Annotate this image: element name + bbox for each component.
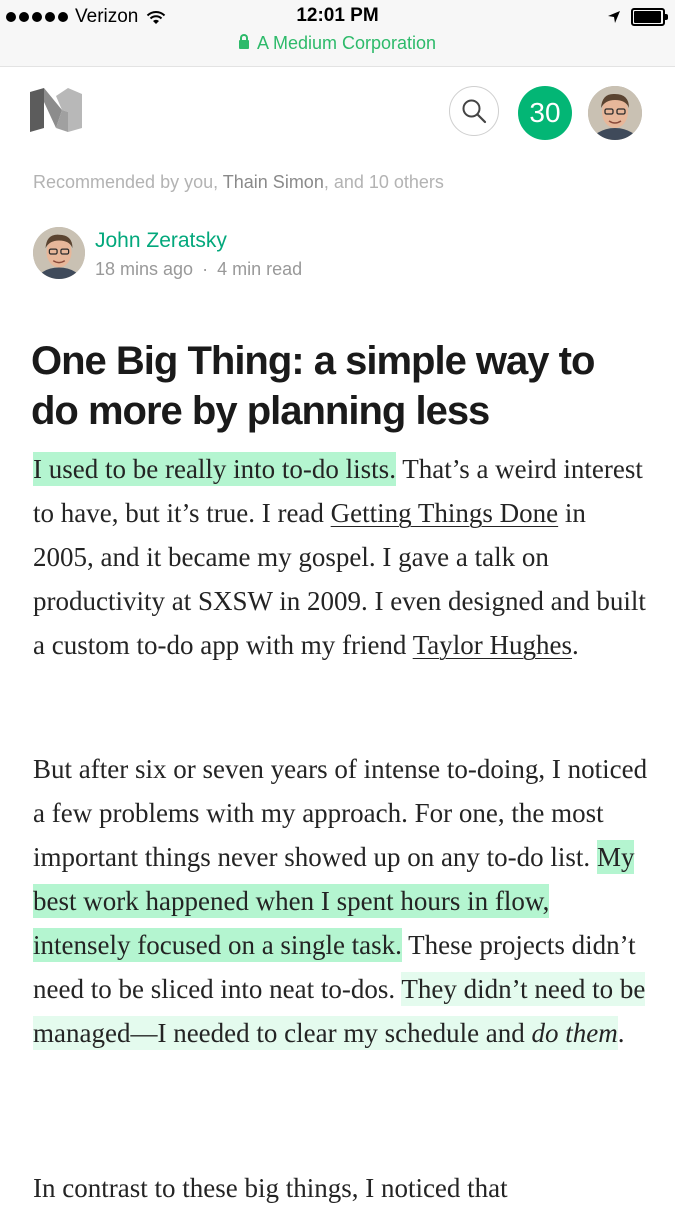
recommender-link[interactable]: Thain Simon (223, 172, 324, 192)
status-bar: Verizon 12:01 PM A Medium Corporation (0, 0, 675, 67)
notification-count: 30 (529, 97, 561, 128)
highlight-3-emphasis: do them (531, 1018, 618, 1048)
paragraph-2: But after six or seven years of intense … (33, 747, 648, 1055)
status-right (607, 8, 668, 26)
author-name[interactable]: John Zeratsky (95, 229, 227, 253)
paragraph-1: I used to be really into to-do lists. Th… (33, 447, 648, 667)
read-time: 4 min read (217, 259, 303, 279)
recommendation-line: Recommended by you, Thain Simon, and 10 … (33, 172, 444, 193)
paragraph-2-text-a: But after six or seven years of intense … (33, 754, 648, 872)
highlight-1[interactable]: I used to be really into to-do lists. (33, 452, 396, 486)
avatar[interactable] (588, 86, 642, 140)
author-photo-icon (33, 227, 85, 279)
paragraph-3: In contrast to these big things, I notic… (33, 1173, 508, 1203)
notifications-button[interactable]: 30 (518, 86, 572, 140)
meta-separator: · (202, 259, 209, 279)
link-taylor-hughes[interactable]: Taylor Hughes (413, 630, 572, 660)
profile-photo-icon (588, 86, 642, 140)
medium-logo-icon[interactable] (30, 88, 82, 132)
site-domain[interactable]: A Medium Corporation (0, 33, 675, 54)
clock: 12:01 PM (296, 5, 379, 26)
post-time: 18 mins ago (95, 259, 194, 279)
article-title: One Big Thing: a simple way to do more b… (31, 339, 595, 433)
link-getting-things-done[interactable]: Getting Things Done (331, 498, 558, 528)
paragraph-2-end: . (617, 1018, 625, 1048)
domain-label: A Medium Corporation (256, 33, 437, 53)
author-avatar[interactable] (33, 227, 85, 279)
lock-icon (238, 34, 249, 49)
search-button[interactable] (449, 86, 499, 136)
location-arrow-icon (608, 11, 620, 23)
search-icon (462, 99, 487, 124)
battery-icon (631, 8, 668, 26)
recommended-suffix: , and 10 others (323, 172, 444, 192)
paragraph-1-text-c: . (572, 630, 579, 660)
post-meta: 18 mins ago · 4 min read (95, 259, 302, 280)
recommended-prefix: Recommended by you, (33, 172, 223, 192)
